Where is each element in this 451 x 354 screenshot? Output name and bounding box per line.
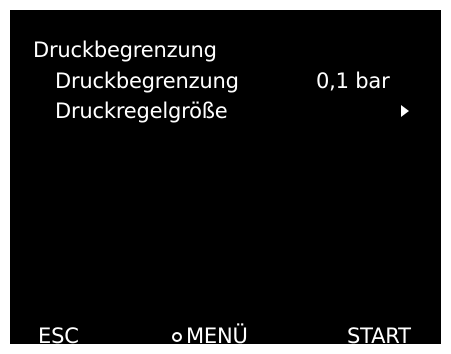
menu-title: Druckbegrenzung bbox=[33, 38, 217, 62]
menu-item-label: Druckregelgröße bbox=[55, 99, 228, 123]
ring-icon bbox=[172, 332, 182, 342]
esc-softkey[interactable]: ESC bbox=[38, 324, 79, 348]
start-softkey[interactable]: START bbox=[347, 324, 411, 348]
menu-softkey[interactable]: MENÜ bbox=[186, 324, 248, 348]
menu-item-label: Druckbegrenzung bbox=[55, 69, 239, 93]
triangle-right-icon bbox=[401, 105, 409, 117]
display-screen: Druckbegrenzung Druckbegrenzung 0,1 bar … bbox=[10, 10, 441, 348]
menu-item-value: 0,1 bar bbox=[316, 69, 390, 93]
